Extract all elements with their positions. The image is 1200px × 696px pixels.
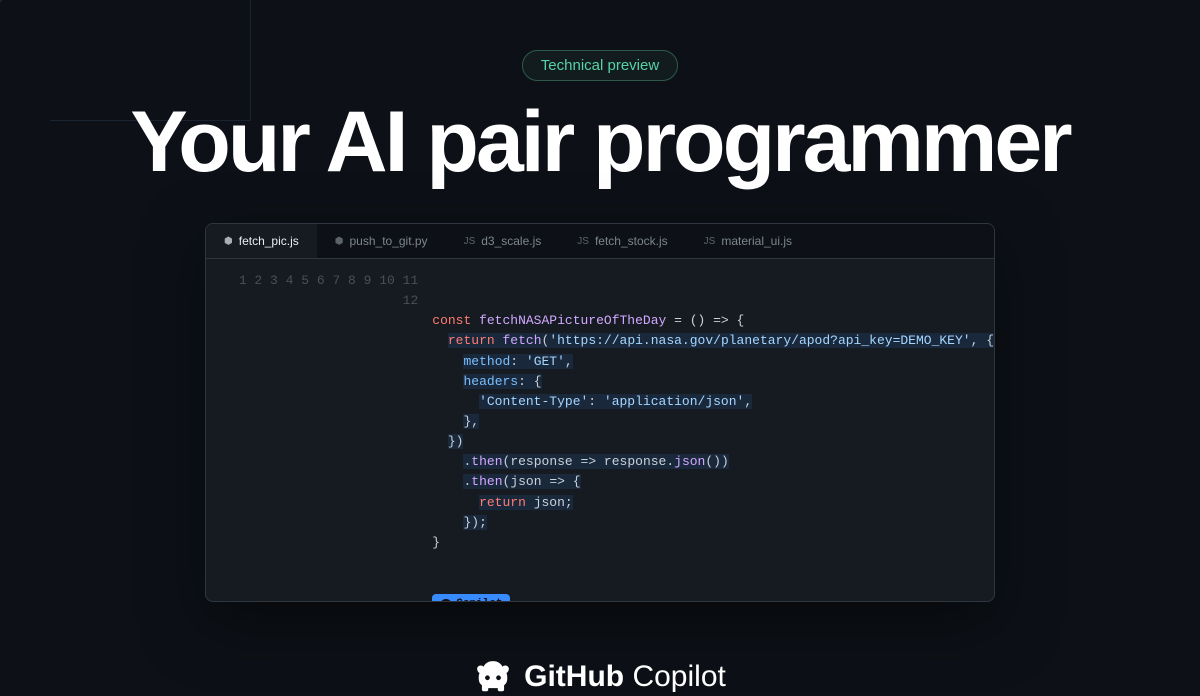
copilot-logo-icon xyxy=(474,658,512,696)
headline: Your AI pair programmer xyxy=(130,99,1069,185)
js-file-icon: JS xyxy=(577,236,589,247)
js-file-icon: JS xyxy=(464,236,476,247)
code-line: const fetchNASAPictureOfTheDay = () => { xyxy=(432,311,994,331)
code-line: .then(json => { xyxy=(432,472,994,492)
tab-label: fetch_stock.js xyxy=(595,234,668,248)
code-line: }); xyxy=(432,513,994,533)
tab-label: material_ui.js xyxy=(721,234,792,248)
code-line: 'Content-Type': 'application/json', xyxy=(432,392,994,412)
code-line: return json; xyxy=(432,493,994,513)
code-line: headers: { xyxy=(432,372,994,392)
code-line: }, xyxy=(432,412,994,432)
py-file-icon: ⬢ xyxy=(335,236,344,247)
code-area: 1 2 3 4 5 6 7 8 9 10 11 12 const fetchNA… xyxy=(206,259,994,601)
tab-material_ui-js[interactable]: JS material_ui.js xyxy=(686,224,810,258)
code-content: const fetchNASAPictureOfTheDay = () => {… xyxy=(432,271,994,593)
tab-fetch_pic-js[interactable]: ⬢ fetch_pic.js xyxy=(206,224,317,258)
js-file-icon: JS xyxy=(704,236,716,247)
tab-push_to_git-py[interactable]: ⬢ push_to_git.py xyxy=(317,224,446,258)
brand-bold: GitHub xyxy=(524,660,624,693)
code-line: } xyxy=(432,533,994,553)
tab-fetch_stock-js[interactable]: JS fetch_stock.js xyxy=(559,224,685,258)
tab-label: d3_scale.js xyxy=(481,234,541,248)
code-line: return fetch('https://api.nasa.gov/plane… xyxy=(432,331,994,351)
brand-text: GitHub Copilot xyxy=(524,660,726,694)
tab-bar: ⬢ fetch_pic.js ⬢ push_to_git.py JS d3_scale.j… xyxy=(206,224,994,259)
code-editor: ⬢ fetch_pic.js ⬢ push_to_git.py JS d3_scale.j… xyxy=(205,223,995,602)
copilot-badge[interactable]: Copilot xyxy=(432,594,510,602)
code-line: .then(response => response.json()) xyxy=(432,452,994,472)
tab-d3_scale-js[interactable]: JS d3_scale.js xyxy=(446,224,560,258)
js-file-icon: ⬢ xyxy=(224,236,233,247)
brand-footer: GitHub Copilot xyxy=(474,658,726,696)
preview-badge: Technical preview xyxy=(522,50,678,81)
tab-label: fetch_pic.js xyxy=(239,234,299,248)
line-gutter: 1 2 3 4 5 6 7 8 9 10 11 12 xyxy=(206,271,432,593)
tab-label: push_to_git.py xyxy=(350,234,428,248)
code-line: }) xyxy=(432,432,994,452)
code-line: method: 'GET', xyxy=(432,352,994,372)
copilot-icon xyxy=(440,599,452,603)
copilot-badge-label: Copilot xyxy=(456,596,502,602)
brand-light: Copilot xyxy=(624,660,726,693)
